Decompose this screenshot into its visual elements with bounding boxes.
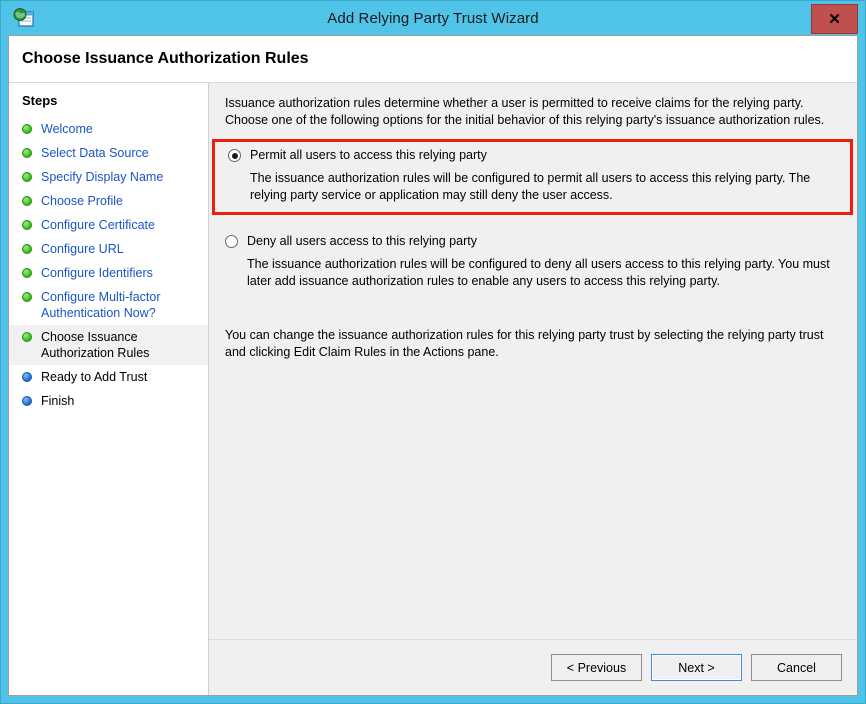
- client-area: Choose Issuance Authorization Rules Step…: [8, 35, 858, 696]
- adfs-wizard-icon: [13, 7, 35, 29]
- content-pane: Issuance authorization rules determine w…: [209, 83, 857, 695]
- page-title: Choose Issuance Authorization Rules: [22, 50, 309, 67]
- sidebar-item-label: Specify Display Name: [41, 170, 164, 184]
- step-status-icon: [22, 396, 32, 406]
- steps-sidebar: Steps Welcome Select Data Source Specify…: [9, 83, 209, 695]
- steps-heading: Steps: [22, 93, 58, 108]
- body-row: Steps Welcome Select Data Source Specify…: [9, 83, 857, 695]
- radio-permit-all-users[interactable]: [228, 149, 241, 162]
- annotation-highlight-box: Permit all users to access this relying …: [212, 139, 853, 215]
- previous-button[interactable]: < Previous: [551, 654, 642, 681]
- step-status-icon: [22, 244, 32, 254]
- sidebar-item-configure-certificate[interactable]: Configure Certificate: [9, 213, 208, 237]
- next-button[interactable]: Next >: [651, 654, 742, 681]
- window-title: Add Relying Party Trust Wizard: [327, 9, 539, 27]
- wizard-window: Add Relying Party Trust Wizard ✕ Choose …: [0, 0, 866, 704]
- sidebar-item-label: Configure Identifiers: [41, 266, 153, 280]
- step-status-icon: [22, 172, 32, 182]
- sidebar-item-configure-identifiers[interactable]: Configure Identifiers: [9, 261, 208, 285]
- title-bar: Add Relying Party Trust Wizard ✕: [1, 1, 865, 35]
- sidebar-item-label: Configure URL: [41, 242, 124, 256]
- sidebar-item-specify-display-name[interactable]: Specify Display Name: [9, 165, 208, 189]
- sidebar-item-label: Select Data Source: [41, 146, 149, 160]
- option-label: Permit all users to access this relying …: [250, 148, 487, 162]
- option-description: The issuance authorization rules will be…: [250, 171, 811, 202]
- sidebar-item-finish[interactable]: Finish: [9, 389, 208, 413]
- sidebar-item-configure-mfa[interactable]: Configure Multi-factor Authentication No…: [9, 285, 208, 325]
- step-status-icon: [22, 332, 32, 342]
- radio-deny-all-users[interactable]: [225, 235, 238, 248]
- sidebar-item-select-data-source[interactable]: Select Data Source: [9, 141, 208, 165]
- sidebar-item-label: Welcome: [41, 122, 93, 136]
- intro-paragraph: Issuance authorization rules determine w…: [225, 96, 825, 127]
- step-status-icon: [22, 292, 32, 302]
- step-status-icon: [22, 220, 32, 230]
- sidebar-item-label: Choose Issuance Authorization Rules: [41, 330, 150, 360]
- page-header: Choose Issuance Authorization Rules: [9, 36, 857, 83]
- sidebar-item-label: Configure Multi-factor Authentication No…: [41, 290, 161, 320]
- sidebar-item-configure-url[interactable]: Configure URL: [9, 237, 208, 261]
- note-paragraph: You can change the issuance authorizatio…: [225, 328, 824, 359]
- sidebar-item-label: Choose Profile: [41, 194, 123, 208]
- cancel-button[interactable]: Cancel: [751, 654, 842, 681]
- step-status-icon: [22, 124, 32, 134]
- button-bar: < Previous Next > Cancel: [209, 639, 857, 695]
- option-permit-all-users[interactable]: Permit all users to access this relying …: [215, 148, 850, 204]
- close-button[interactable]: ✕: [811, 4, 858, 34]
- sidebar-item-choose-issuance-authorization-rules[interactable]: Choose Issuance Authorization Rules: [9, 325, 208, 365]
- sidebar-item-choose-profile[interactable]: Choose Profile: [9, 189, 208, 213]
- step-status-icon: [22, 268, 32, 278]
- sidebar-item-welcome[interactable]: Welcome: [9, 117, 208, 141]
- option-label: Deny all users access to this relying pa…: [247, 234, 477, 248]
- step-status-icon: [22, 148, 32, 158]
- option-row[interactable]: Deny all users access to this relying pa…: [225, 234, 847, 249]
- sidebar-item-ready-to-add-trust[interactable]: Ready to Add Trust: [9, 365, 208, 389]
- option-description: The issuance authorization rules will be…: [247, 257, 830, 288]
- option-deny-all-users[interactable]: Deny all users access to this relying pa…: [225, 234, 847, 290]
- sidebar-item-label: Finish: [41, 394, 75, 408]
- step-status-icon: [22, 372, 32, 382]
- content-scroll-area: Issuance authorization rules determine w…: [209, 83, 857, 639]
- sidebar-item-label: Ready to Add Trust: [41, 370, 148, 384]
- step-status-icon: [22, 196, 32, 206]
- sidebar-item-label: Configure Certificate: [41, 218, 155, 232]
- option-row[interactable]: Permit all users to access this relying …: [228, 148, 850, 163]
